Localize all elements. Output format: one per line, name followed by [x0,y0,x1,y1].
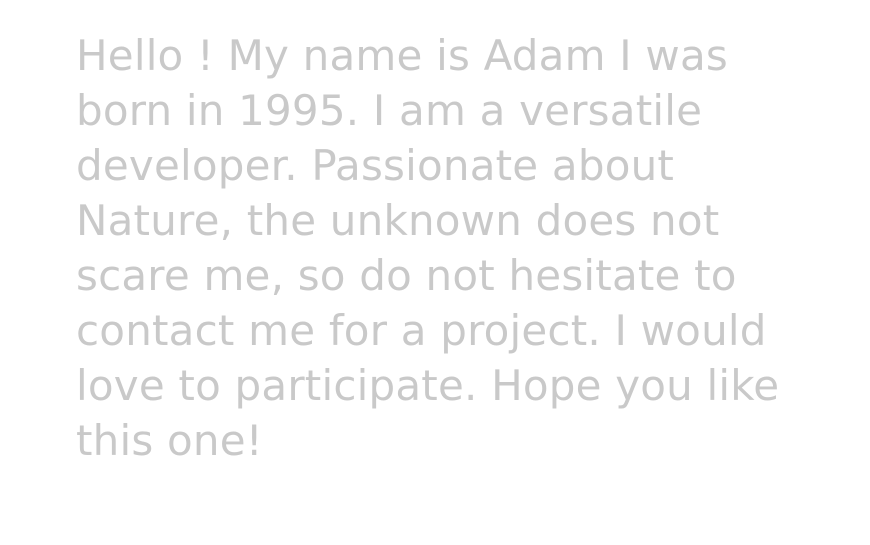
bio-line-3: developer. Passionate about [76,141,675,190]
bio-line-8: this one! [76,416,263,465]
bio-line-1: Hello ! My name is Adam I was [76,31,728,80]
bio-line-7: love to participate. Hope you like [76,361,780,410]
bio-line-2: born in 1995. I am a versatile [76,86,703,135]
bio-line-6: contact me for a project. I would [76,306,767,355]
bio-line-5: scare me, so do not hesitate to [76,251,737,300]
page: Hello ! My name is Adam I was born in 19… [0,0,870,545]
bio-line-4: Nature, the unknown does not [76,196,720,245]
bio-paragraph: Hello ! My name is Adam I was born in 19… [76,28,836,468]
